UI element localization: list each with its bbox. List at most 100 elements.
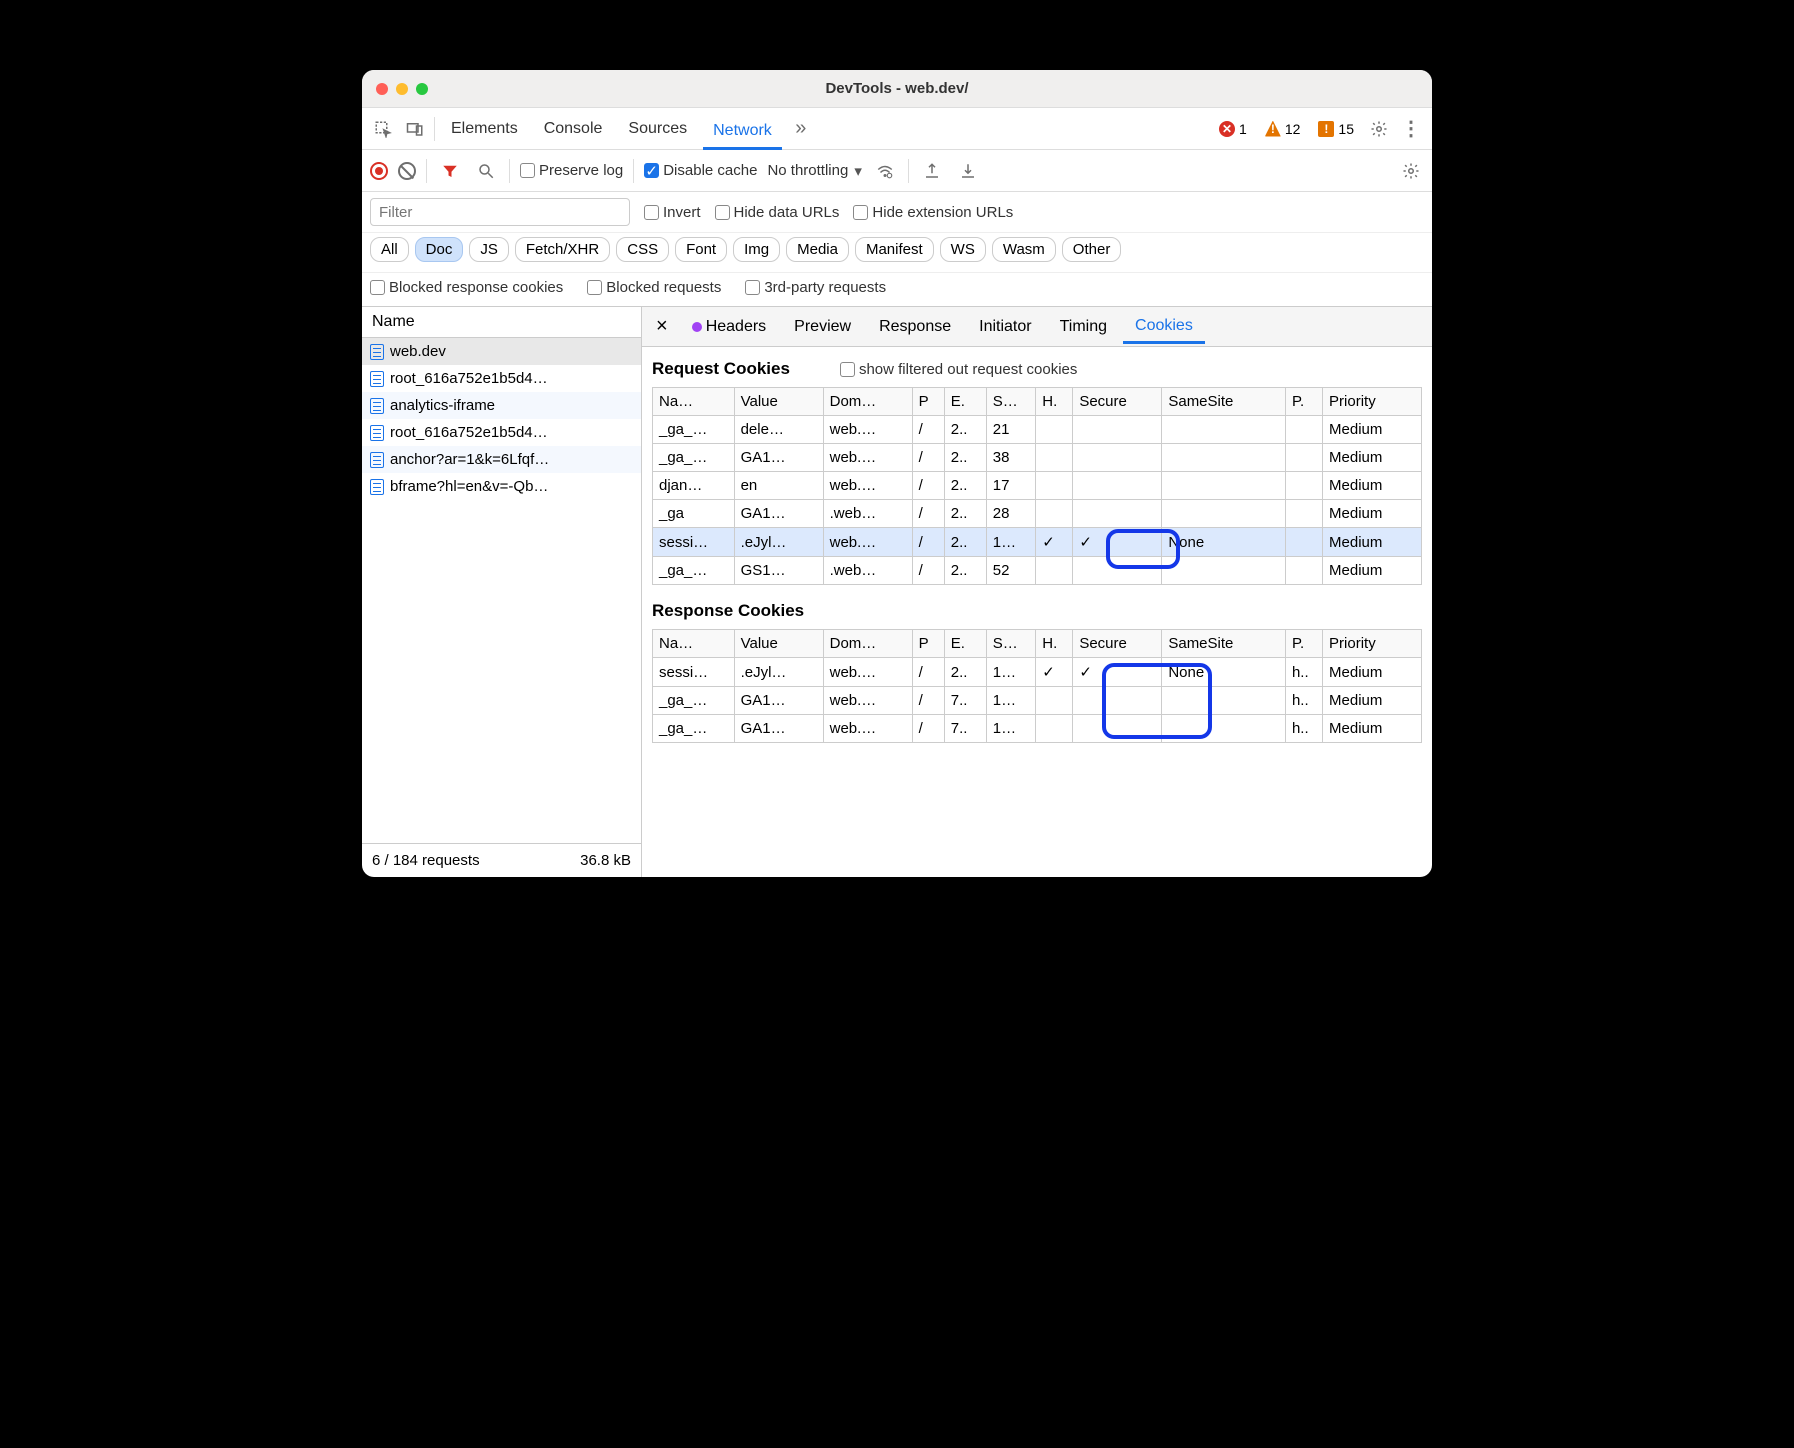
cell: 2.. xyxy=(944,658,986,687)
tab-timing[interactable]: Timing xyxy=(1048,312,1119,342)
chip-ws[interactable]: WS xyxy=(940,237,986,262)
chip-manifest[interactable]: Manifest xyxy=(855,237,934,262)
document-icon xyxy=(370,371,384,387)
cell: Medium xyxy=(1323,557,1422,585)
search-icon[interactable] xyxy=(473,158,499,184)
tab-console[interactable]: Console xyxy=(534,114,613,144)
cell: _ga_… xyxy=(653,557,735,585)
blocked-requests-toggle[interactable]: Blocked requests xyxy=(587,279,721,296)
col-header[interactable]: P. xyxy=(1285,388,1322,416)
download-icon[interactable] xyxy=(955,158,981,184)
show-filtered-toggle[interactable]: show filtered out request cookies xyxy=(810,361,1077,378)
name-column-header[interactable]: Name xyxy=(362,307,641,338)
col-header[interactable]: S… xyxy=(986,630,1035,658)
col-header[interactable]: Value xyxy=(734,630,823,658)
cookie-row[interactable]: _ga_…GA1…web.…/7..1…h..Medium xyxy=(653,687,1422,715)
col-header[interactable]: Value xyxy=(734,388,823,416)
tab-preview[interactable]: Preview xyxy=(782,312,863,342)
cell: Medium xyxy=(1323,444,1422,472)
request-item[interactable]: web.dev xyxy=(362,338,641,365)
chip-js[interactable]: JS xyxy=(469,237,509,262)
network-conditions-icon[interactable] xyxy=(872,158,898,184)
filter-input[interactable] xyxy=(370,198,630,226)
col-header[interactable]: E. xyxy=(944,388,986,416)
cookie-row[interactable]: _gaGA1….web…/2..28Medium xyxy=(653,500,1422,528)
table-header[interactable]: Na…ValueDom…PE.S…H.SecureSameSiteP.Prior… xyxy=(653,388,1422,416)
disable-cache-toggle[interactable]: ✓Disable cache xyxy=(644,162,757,179)
tab-elements[interactable]: Elements xyxy=(441,114,528,144)
col-header[interactable]: Priority xyxy=(1323,630,1422,658)
cell: h.. xyxy=(1285,687,1322,715)
col-header[interactable]: Secure xyxy=(1073,388,1162,416)
errors-badge[interactable]: ✕1 xyxy=(1213,121,1253,137)
table-header[interactable]: Na…ValueDom…PE.S…H.SecureSameSiteP.Prior… xyxy=(653,630,1422,658)
preserve-log-toggle[interactable]: Preserve log xyxy=(520,162,623,179)
col-header[interactable]: Priority xyxy=(1323,388,1422,416)
col-header[interactable]: SameSite xyxy=(1162,388,1286,416)
issues-badge[interactable]: !15 xyxy=(1312,121,1360,137)
chip-font[interactable]: Font xyxy=(675,237,727,262)
col-header[interactable]: Na… xyxy=(653,630,735,658)
chip-wasm[interactable]: Wasm xyxy=(992,237,1056,262)
cell xyxy=(1285,528,1322,557)
cookie-row[interactable]: _ga_…GA1…web.…/7..1…h..Medium xyxy=(653,715,1422,743)
settings-icon[interactable] xyxy=(1366,116,1392,142)
chip-doc[interactable]: Doc xyxy=(415,237,464,262)
col-header[interactable]: H. xyxy=(1036,388,1073,416)
chip-other[interactable]: Other xyxy=(1062,237,1122,262)
request-item[interactable]: analytics-iframe xyxy=(362,392,641,419)
request-item[interactable]: bframe?hl=en&v=-Qb… xyxy=(362,473,641,500)
blocked-response-cookies-toggle[interactable]: Blocked response cookies xyxy=(370,279,563,296)
col-header[interactable]: Na… xyxy=(653,388,735,416)
cookie-row[interactable]: sessi….eJyl…web.…/2..1…✓✓Noneh..Medium xyxy=(653,658,1422,687)
device-icon[interactable] xyxy=(402,116,428,142)
close-detail-button[interactable]: × xyxy=(648,315,676,338)
tab-network[interactable]: Network xyxy=(703,116,782,150)
more-tabs-icon[interactable]: » xyxy=(788,116,814,142)
cookie-row[interactable]: _ga_…GA1…web.…/2..38Medium xyxy=(653,444,1422,472)
tab-headers[interactable]: Headers xyxy=(680,312,778,342)
col-header[interactable]: Secure xyxy=(1073,630,1162,658)
col-header[interactable]: Dom… xyxy=(823,630,912,658)
throttling-select[interactable]: No throttling▾ xyxy=(767,162,861,180)
col-header[interactable]: H. xyxy=(1036,630,1073,658)
col-header[interactable]: P. xyxy=(1285,630,1322,658)
third-party-toggle[interactable]: 3rd-party requests xyxy=(745,279,886,296)
col-header[interactable]: P xyxy=(912,630,944,658)
cookie-row[interactable]: _ga_…GS1….web…/2..52Medium xyxy=(653,557,1422,585)
tab-sources[interactable]: Sources xyxy=(618,114,697,144)
invert-toggle[interactable]: Invert xyxy=(644,204,701,221)
warnings-badge[interactable]: !12 xyxy=(1259,121,1307,137)
chip-all[interactable]: All xyxy=(370,237,409,262)
cell xyxy=(1036,557,1073,585)
chip-css[interactable]: CSS xyxy=(616,237,669,262)
tab-response[interactable]: Response xyxy=(867,312,963,342)
col-header[interactable]: Dom… xyxy=(823,388,912,416)
request-item[interactable]: root_616a752e1b5d4… xyxy=(362,365,641,392)
col-header[interactable]: P xyxy=(912,388,944,416)
kebab-icon[interactable]: ⋮ xyxy=(1398,116,1424,142)
chip-fetchxhr[interactable]: Fetch/XHR xyxy=(515,237,610,262)
tab-cookies[interactable]: Cookies xyxy=(1123,311,1205,344)
cookie-row[interactable]: djan…enweb.…/2..17Medium xyxy=(653,472,1422,500)
record-icon[interactable] xyxy=(370,162,388,180)
cookie-row[interactable]: _ga_…dele…web.…/2..21Medium xyxy=(653,416,1422,444)
upload-icon[interactable] xyxy=(919,158,945,184)
filter-icon[interactable] xyxy=(437,158,463,184)
network-settings-icon[interactable] xyxy=(1398,158,1424,184)
request-item[interactable]: anchor?ar=1&k=6Lfqf… xyxy=(362,446,641,473)
col-header[interactable]: SameSite xyxy=(1162,630,1286,658)
inspect-icon[interactable] xyxy=(370,116,396,142)
titlebar: DevTools - web.dev/ xyxy=(362,70,1432,108)
hide-extension-urls-toggle[interactable]: Hide extension URLs xyxy=(853,204,1013,221)
request-name: web.dev xyxy=(390,343,446,360)
col-header[interactable]: E. xyxy=(944,630,986,658)
chip-img[interactable]: Img xyxy=(733,237,780,262)
cookie-row[interactable]: sessi….eJyl…web.…/2..1…✓✓NoneMedium xyxy=(653,528,1422,557)
request-item[interactable]: root_616a752e1b5d4… xyxy=(362,419,641,446)
hide-data-urls-toggle[interactable]: Hide data URLs xyxy=(715,204,840,221)
tab-initiator[interactable]: Initiator xyxy=(967,312,1043,342)
clear-icon[interactable] xyxy=(398,162,416,180)
chip-media[interactable]: Media xyxy=(786,237,849,262)
col-header[interactable]: S… xyxy=(986,388,1035,416)
